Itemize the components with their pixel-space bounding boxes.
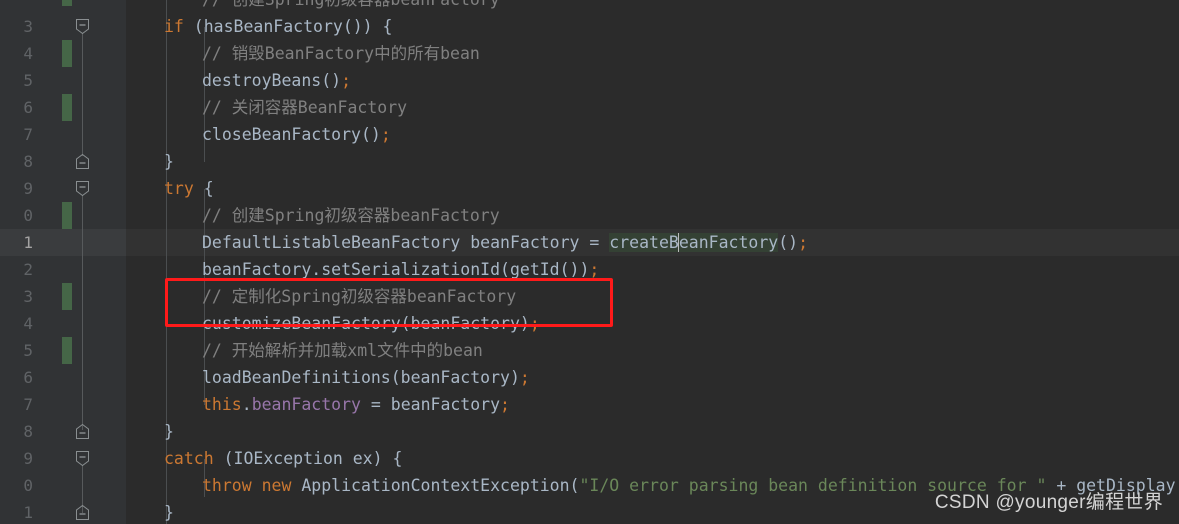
fold-start-icon[interactable]	[74, 18, 91, 35]
line-number: 8	[23, 152, 33, 171]
code-line[interactable]: // 创建Spring初级容器beanFactory	[202, 202, 500, 229]
vcs-change-bar[interactable]	[62, 0, 72, 6]
code-token-plain: DefaultListableBeanFactory beanFactory =	[202, 233, 610, 252]
code-token-semi: ;	[529, 314, 540, 333]
code-token-plain: }	[164, 152, 174, 171]
code-line[interactable]: loadBeanDefinitions(beanFactory);	[202, 364, 530, 391]
code-line[interactable]: if (hasBeanFactory()) {	[164, 13, 393, 40]
code-token-hl-ident: createB	[609, 233, 679, 252]
code-token-plain: beanFactory.setSerializationId(getId())	[202, 260, 590, 279]
vcs-change-bar[interactable]	[62, 202, 72, 229]
code-line[interactable]: DefaultListableBeanFactory beanFactory =…	[202, 229, 808, 256]
code-token-plain: {	[193, 179, 214, 198]
code-token-kw: throw new	[202, 476, 292, 495]
code-token-semi: ;	[519, 368, 530, 387]
vcs-change-bar[interactable]	[62, 283, 72, 310]
vcs-change-bar[interactable]	[62, 40, 72, 67]
line-number: 1	[23, 233, 33, 252]
code-fold-guide-line	[82, 33, 83, 156]
code-token-plain: (hasBeanFactory()) {	[183, 17, 393, 36]
line-number: 2	[23, 260, 33, 279]
code-token-cmt: // 创建Spring初级容器beanFactory	[202, 0, 500, 9]
code-token-cmt: // 定制化Spring初级容器beanFactory	[202, 287, 517, 306]
code-token-plain: closeBeanFactory()	[202, 125, 381, 144]
code-token-cmt: // 销毁BeanFactory中的所有bean	[202, 44, 480, 63]
code-token-kw: try	[164, 179, 194, 198]
code-token-kw: catch	[164, 449, 214, 468]
line-number: 3	[23, 17, 33, 36]
code-fold-guide-line	[82, 195, 83, 430]
code-line[interactable]: catch (IOException ex) {	[164, 445, 402, 472]
code-token-kw: if	[164, 17, 184, 36]
code-line[interactable]: // 创建Spring初级容器beanFactory	[202, 0, 500, 13]
code-line[interactable]: this.beanFactory = beanFactory;	[202, 391, 510, 418]
line-number: 8	[23, 422, 33, 441]
code-token-plain: (IOException ex) {	[213, 449, 403, 468]
vcs-change-bar[interactable]	[62, 337, 72, 364]
line-number: 3	[23, 287, 33, 306]
fold-end-icon[interactable]	[74, 504, 91, 521]
line-number: 0	[23, 476, 33, 495]
code-line[interactable]: // 关闭容器BeanFactory	[202, 94, 407, 121]
code-editor[interactable]: 3 4 5 6 7 8 9 0 1 2 3 4 5 6 7 8 9 0 1 // 创建Spring初级容器beanF…	[0, 0, 1179, 524]
code-line[interactable]: }	[164, 499, 174, 524]
fold-end-icon[interactable]	[74, 153, 91, 170]
code-line[interactable]: try {	[164, 175, 214, 202]
code-token-kw: this	[202, 395, 242, 414]
line-number: 1	[23, 503, 33, 522]
code-token-cmt: // 关闭容器BeanFactory	[202, 98, 408, 117]
line-number: 9	[23, 449, 33, 468]
line-number: 4	[23, 314, 33, 333]
code-line[interactable]: closeBeanFactory();	[202, 121, 391, 148]
vcs-change-bar[interactable]	[62, 94, 72, 121]
line-number: 6	[23, 368, 33, 387]
line-number: 5	[23, 341, 33, 360]
code-token-plain: customizeBeanFactory(beanFactory)	[202, 314, 530, 333]
code-token-field: beanFactory	[251, 395, 361, 414]
code-token-hl-ident: eanFactory	[678, 233, 779, 252]
line-number: 7	[23, 395, 33, 414]
line-number: 5	[23, 71, 33, 90]
line-number: 7	[23, 125, 33, 144]
code-content-area[interactable]: // 创建Spring初级容器beanFactory if (hasBeanFac…	[126, 0, 1179, 524]
fold-start-icon[interactable]	[74, 450, 91, 467]
code-token-plain: .	[241, 395, 252, 414]
watermark-text: CSDN @younger编程世界	[934, 492, 1163, 513]
fold-end-icon[interactable]	[74, 423, 91, 440]
code-line[interactable]: beanFactory.setSerializationId(getId());	[202, 256, 599, 283]
code-token-semi: ;	[589, 260, 600, 279]
code-line[interactable]: customizeBeanFactory(beanFactory);	[202, 310, 540, 337]
code-token-semi: ;	[500, 395, 510, 414]
code-line[interactable]: // 开始解析并加载xml文件中的bean	[202, 337, 483, 364]
line-number: 6	[23, 98, 33, 117]
code-token-plain: }	[164, 503, 174, 522]
code-line[interactable]: // 销毁BeanFactory中的所有bean	[202, 40, 480, 67]
code-token-plain: }	[164, 422, 174, 441]
code-token-plain: destroyBeans()	[202, 71, 342, 90]
code-token-plain: ApplicationContextException(	[291, 476, 580, 495]
code-token-plain: loadBeanDefinitions(beanFactory)	[202, 368, 520, 387]
code-token-plain: ()	[778, 233, 799, 252]
fold-start-icon[interactable]	[74, 180, 91, 197]
code-line[interactable]: }	[164, 418, 174, 445]
code-token-semi: ;	[341, 71, 352, 90]
code-token-semi: ;	[798, 233, 808, 252]
code-token-cmt: // 开始解析并加载xml文件中的bean	[202, 341, 483, 360]
line-number: 9	[23, 179, 33, 198]
code-token-semi: ;	[380, 125, 391, 144]
code-line[interactable]: destroyBeans();	[202, 67, 351, 94]
code-token-plain: = beanFactory	[360, 395, 501, 414]
code-token-cmt: // 创建Spring初级容器beanFactory	[202, 206, 500, 225]
code-line[interactable]: // 定制化Spring初级容器beanFactory	[202, 283, 516, 310]
line-number: 0	[23, 206, 33, 225]
code-line[interactable]: }	[164, 148, 174, 175]
line-number: 4	[23, 44, 33, 63]
